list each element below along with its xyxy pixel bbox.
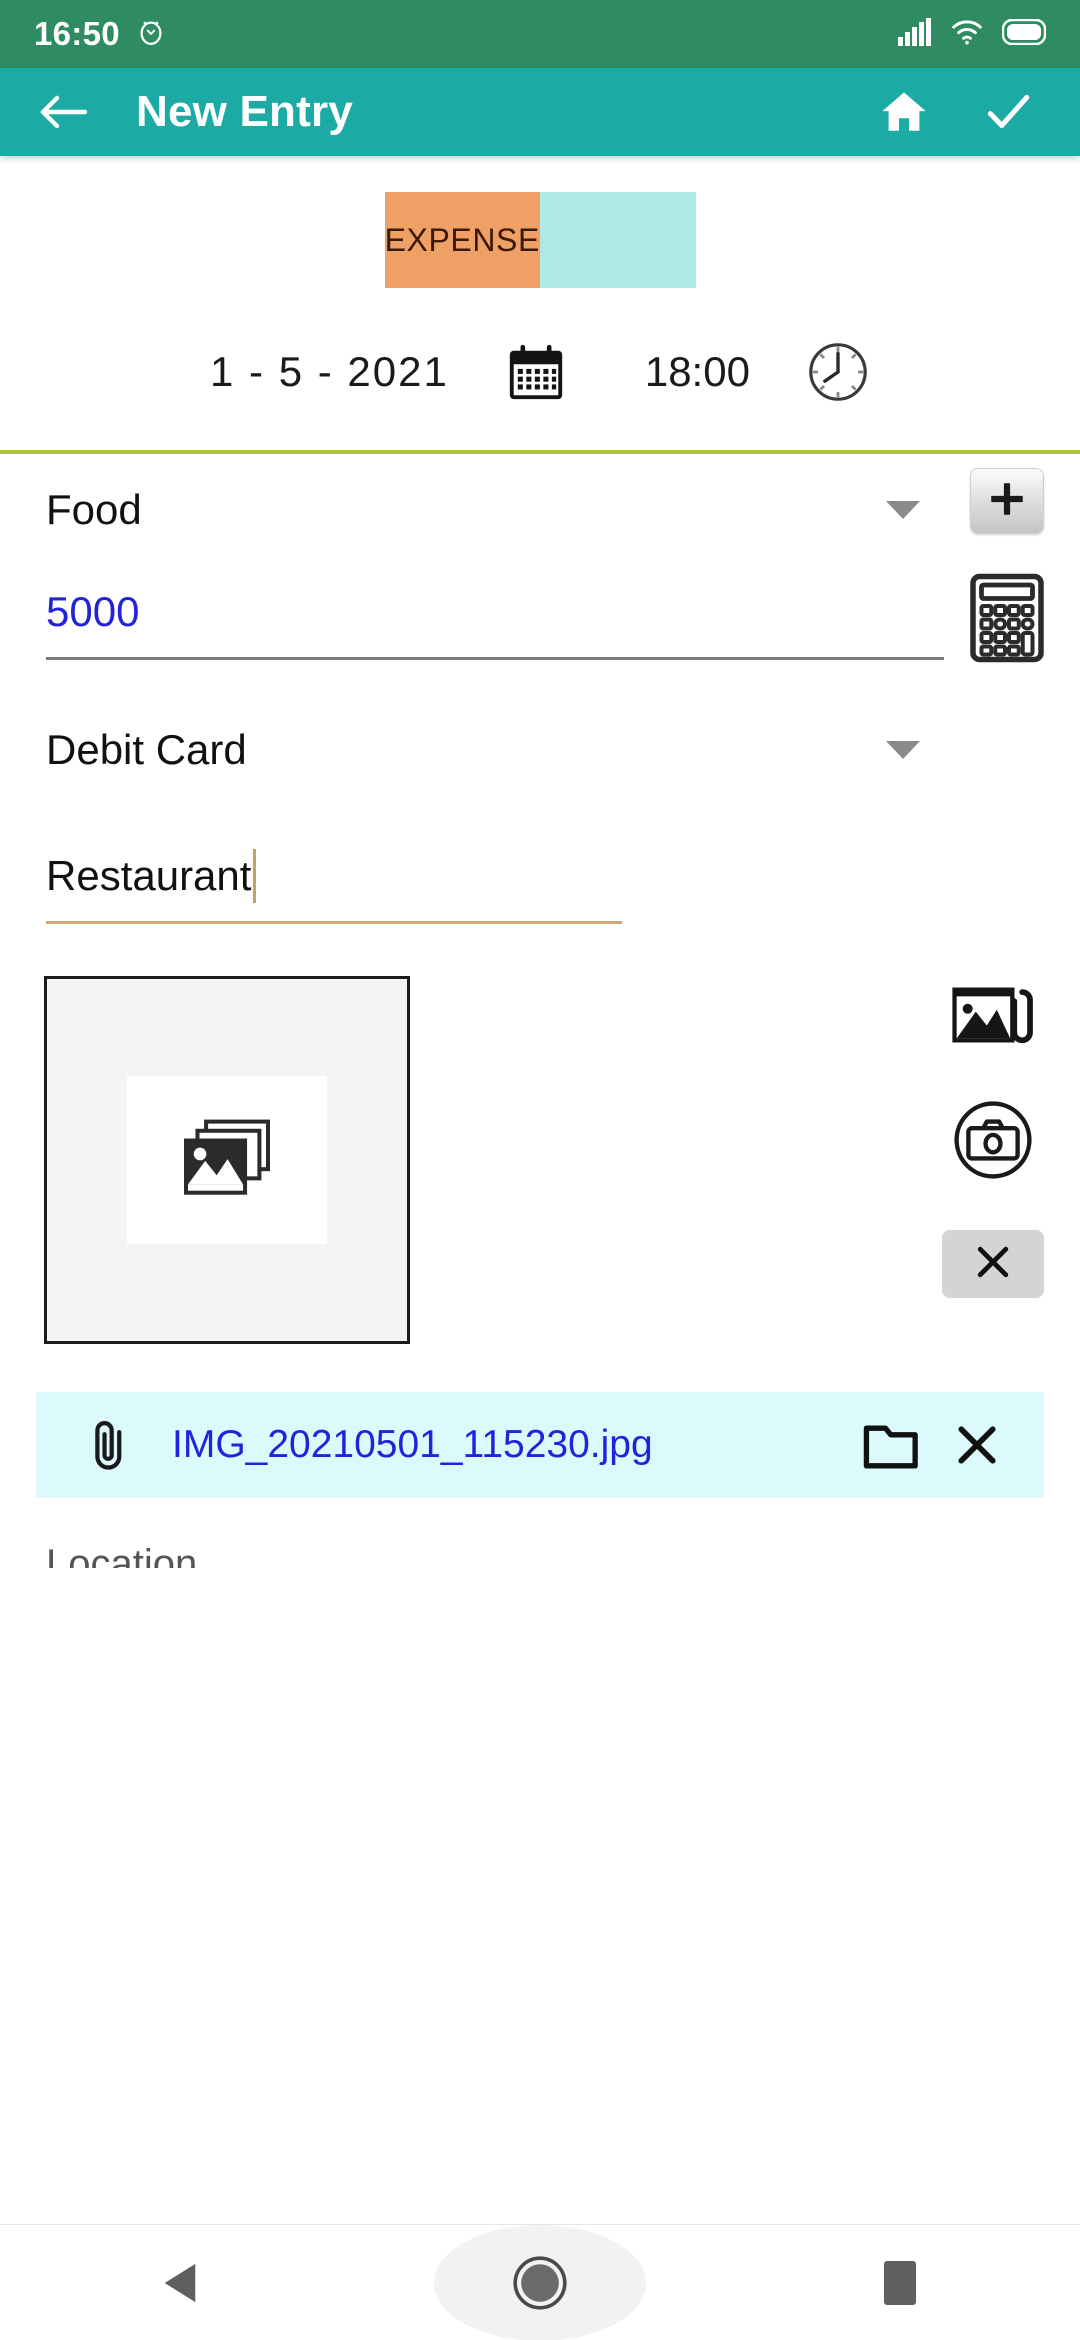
form-rows-group-1: Food 5000	[0, 454, 1080, 662]
amount-row: 5000	[0, 566, 1080, 660]
app-bar-actions	[876, 84, 1046, 140]
status-bar-clock: 16:50	[34, 15, 120, 52]
form-fields: Food 5000 Debit Card Restaurant	[0, 454, 1080, 924]
battery-icon	[1001, 18, 1047, 50]
note-input[interactable]: Restaurant	[46, 830, 622, 924]
amount-input[interactable]: 5000	[46, 566, 944, 660]
recents-square-shape	[884, 2260, 916, 2305]
close-x-icon	[971, 1240, 1015, 1289]
image-preview-box[interactable]	[44, 976, 410, 1344]
chevron-down-icon	[886, 501, 920, 519]
category-spinner[interactable]: Food	[46, 454, 944, 566]
page-title: New Entry	[136, 87, 353, 136]
date-value[interactable]: 1 - 5 - 2021	[210, 348, 449, 396]
location-label: Location	[46, 1542, 198, 1568]
status-bar-left: 16:50	[34, 15, 166, 53]
plus-icon	[985, 477, 1029, 526]
photo-stack-icon	[178, 1115, 276, 1206]
nav-back-triangle-icon[interactable]	[120, 2225, 240, 2340]
category-row: Food	[0, 454, 1080, 566]
amount-value: 5000	[46, 587, 140, 635]
media-actions-rail	[942, 980, 1044, 1298]
toggle-expense[interactable]: EXPENSE	[384, 192, 540, 288]
alarm-icon	[136, 17, 166, 52]
remove-attachment-button[interactable]	[950, 1418, 1012, 1472]
image-placeholder	[127, 1076, 327, 1244]
time-value[interactable]: 18:00	[645, 348, 750, 396]
folder-icon[interactable]	[862, 1418, 950, 1472]
entry-type-toggle-wrapper: EXPENSE	[0, 156, 1080, 288]
take-photo-button[interactable]	[952, 1099, 1034, 1186]
status-bar-right	[898, 17, 1047, 51]
system-navigation-bar	[0, 2224, 1080, 2340]
home-icon[interactable]	[876, 84, 932, 140]
entry-type-toggle: EXPENSE	[384, 192, 696, 288]
wifi-icon	[950, 18, 984, 51]
camera-icon	[952, 1099, 1034, 1186]
payment-method-spinner[interactable]: Debit Card	[46, 694, 944, 806]
status-bar: 16:50	[0, 0, 1080, 68]
calculator-button[interactable]	[968, 573, 1046, 668]
note-row: Restaurant	[0, 830, 1080, 924]
checkmark-icon[interactable]	[980, 84, 1036, 140]
paperclip-icon	[86, 1416, 132, 1474]
add-category-button[interactable]	[970, 468, 1044, 534]
form-content: EXPENSE 1 - 5 - 2021 18:00 Food 5000 Deb…	[0, 156, 1080, 2224]
image-preview-section	[0, 924, 1080, 1344]
note-value: Restaurant	[46, 851, 252, 899]
attachment-filename[interactable]: IMG_20210501_115230.jpg	[172, 1423, 653, 1467]
phone-screen: 16:50 New Entry EXPENSE 1 - 5 - 2021 18:…	[0, 0, 1080, 2340]
category-value: Food	[46, 486, 142, 533]
text-cursor	[253, 848, 257, 903]
attachment-row: IMG_20210501_115230.jpg	[36, 1392, 1044, 1498]
image-attach-icon	[950, 980, 1036, 1055]
chevron-down-icon	[886, 741, 920, 759]
pick-image-button[interactable]	[950, 980, 1036, 1055]
clear-image-button[interactable]	[942, 1230, 1044, 1298]
payment-method-row: Debit Card	[0, 694, 1080, 806]
clock-icon[interactable]	[806, 340, 870, 404]
nav-home-circle-icon[interactable]	[480, 2225, 600, 2340]
calculator-icon	[969, 573, 1045, 668]
toggle-income[interactable]	[540, 192, 696, 288]
payment-method-value: Debit Card	[46, 726, 247, 773]
cellular-signal-icon	[898, 17, 932, 51]
nav-recents-square-icon[interactable]	[840, 2225, 960, 2340]
calendar-icon[interactable]	[505, 341, 567, 403]
app-bar: New Entry	[0, 68, 1080, 156]
datetime-row: 1 - 5 - 2021 18:00	[0, 288, 1080, 450]
back-arrow-icon[interactable]	[34, 83, 92, 141]
